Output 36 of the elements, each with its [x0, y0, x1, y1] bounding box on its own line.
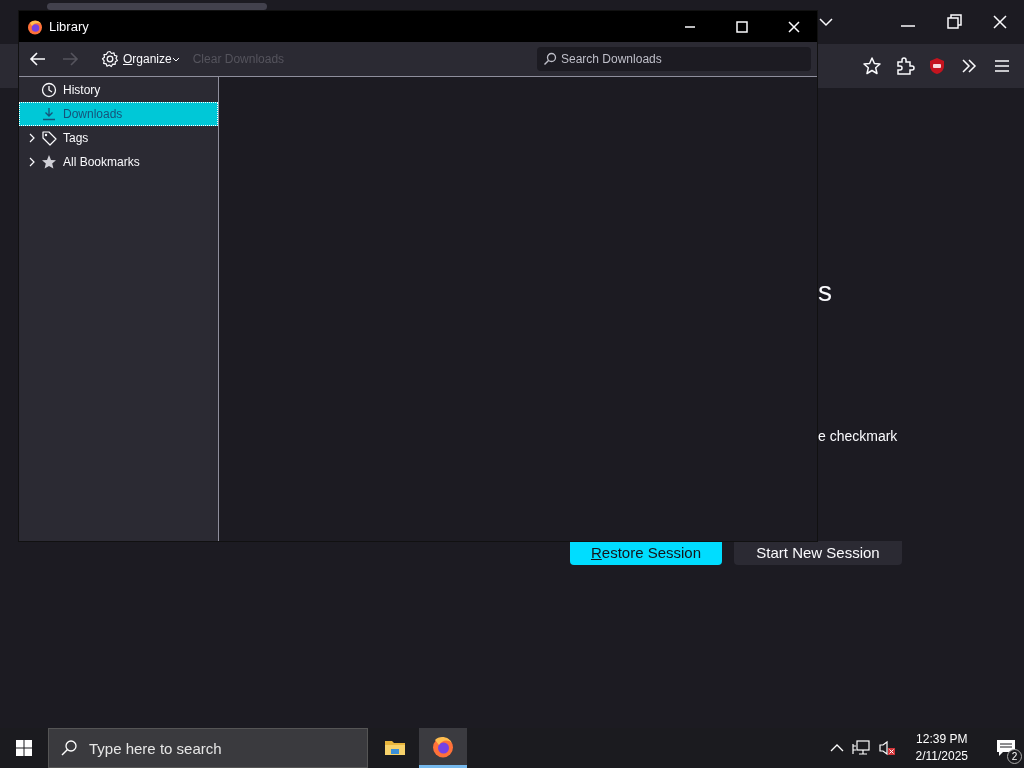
- star-icon[interactable]: [862, 56, 882, 76]
- restore-button[interactable]: Restore Session: [570, 541, 722, 565]
- tag-icon: [41, 130, 57, 146]
- notification-button[interactable]: 2: [988, 728, 1024, 768]
- heading-text: s: [818, 276, 832, 308]
- window-title: Library: [49, 17, 89, 36]
- restore-icon[interactable]: [945, 12, 965, 32]
- search-icon: [60, 739, 78, 757]
- search-field[interactable]: Search Downloads: [537, 47, 811, 71]
- chevron-down-icon[interactable]: [819, 17, 833, 27]
- browser-logo-icon: [431, 734, 455, 759]
- clock-icon: [41, 82, 57, 98]
- chevron-up-icon[interactable]: [829, 743, 844, 753]
- sidebar-item[interactable]: Downloads: [19, 102, 218, 126]
- shield-badge-icon[interactable]: [928, 57, 946, 75]
- network-icon[interactable]: [851, 740, 870, 756]
- windows-logo-icon[interactable]: [16, 740, 32, 756]
- caret-icon: [172, 57, 179, 62]
- search-icon: [543, 52, 557, 66]
- organize-menu-button[interactable]: Organize: [97, 48, 183, 70]
- sidebar-item[interactable]: Tags: [19, 126, 218, 150]
- sidebar-item[interactable]: History: [19, 78, 218, 102]
- body-text: e checkmark: [818, 427, 898, 446]
- volume-muted-icon[interactable]: [877, 740, 896, 756]
- browser-logo-icon: [27, 18, 43, 35]
- taskbar-search-field[interactable]: Type here to search: [48, 728, 368, 768]
- puzzle-icon[interactable]: [895, 56, 915, 76]
- taskbar-app-button[interactable]: [419, 728, 467, 768]
- start-button[interactable]: Start New Session: [734, 541, 902, 565]
- clock-button[interactable]: 12:39 PM 2/11/2025: [909, 730, 974, 766]
- close-icon[interactable]: [787, 19, 801, 34]
- maximize-icon[interactable]: [735, 19, 749, 34]
- sidebar-item[interactable]: All Bookmarks: [19, 150, 218, 174]
- gear-icon: [101, 50, 119, 68]
- download-icon: [41, 106, 57, 122]
- star-icon: [41, 154, 57, 170]
